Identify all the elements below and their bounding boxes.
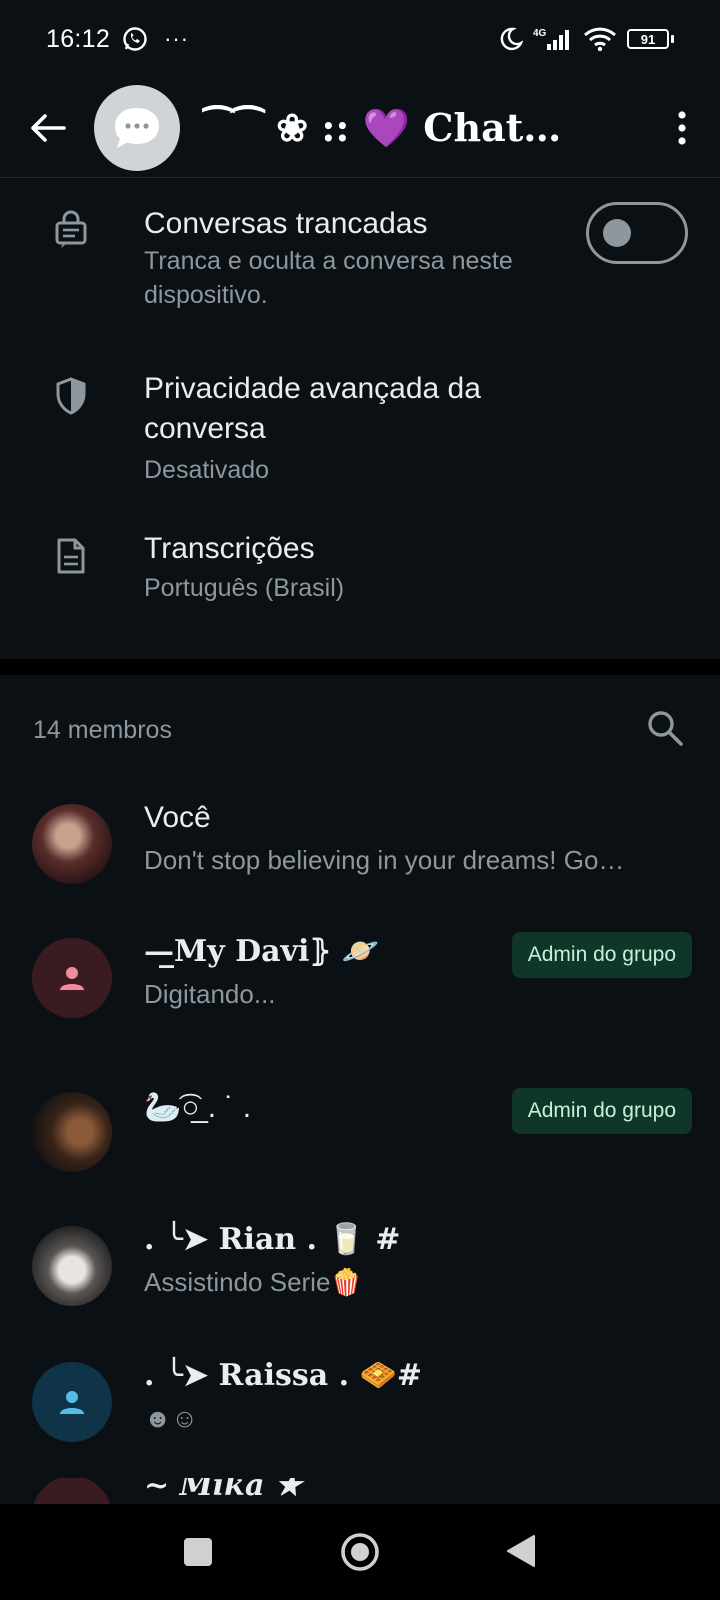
more-notifications-icon: ··· [164, 26, 190, 51]
member-avatar-photo[interactable] [32, 804, 112, 884]
member-name: ~ Mika ★ [144, 1478, 302, 1503]
member-avatar-photo[interactable] [32, 1092, 112, 1172]
member-avatar-placeholder[interactable] [32, 938, 112, 1018]
admin-badge: Admin do grupo [511, 932, 692, 978]
member-status: Don't stop believing in your dreams! Go… [144, 845, 625, 875]
whatsapp-notification-icon [122, 26, 148, 52]
overflow-menu-button[interactable] [664, 98, 700, 158]
status-bar: 16:12 ··· 4G 91 [0, 0, 720, 78]
transcriptions-title: Transcrições [144, 532, 315, 565]
advanced-privacy-subtitle: Desativado [144, 456, 270, 484]
chat-settings-list: Conversas trancadas Tranca e oculta a co… [0, 178, 720, 659]
back-nav-button[interactable] [506, 1534, 536, 1568]
member-row-raissa[interactable]: . ╰➤ Raissa . 🧇# ☻☺ [0, 1344, 720, 1480]
signal-4g-icon: 4G [533, 26, 573, 52]
person-icon [60, 1391, 84, 1414]
member-status: Digitando... [144, 979, 276, 1009]
group-avatar[interactable] [94, 84, 180, 171]
member-status: Assistindo Serie🍿 [144, 1267, 363, 1297]
search-icon [648, 710, 683, 746]
advanced-privacy-title: Privacidade avançada da conversa [144, 372, 481, 445]
members-header: 14 membros [0, 700, 720, 760]
battery-level: 91 [627, 29, 669, 49]
person-icon [60, 967, 84, 990]
member-avatar-placeholder[interactable] [32, 1478, 112, 1504]
triangle-back-icon [507, 1535, 535, 1567]
locked-chats-title: Conversas trancadas [144, 207, 428, 240]
member-name: . ╰➤ Raissa . 🧇# [144, 1358, 423, 1393]
shield-icon [50, 375, 92, 417]
more-vertical-icon [678, 110, 686, 145]
member-row-you[interactable]: Você Don't stop believing in your dreams… [0, 786, 720, 922]
search-members-button[interactable] [646, 709, 684, 752]
member-name: Você [144, 801, 211, 834]
member-row-rian[interactable]: . ╰➤ Rian . 🥛 # Assistindo Serie🍿 [0, 1208, 720, 1344]
system-navigation-bar [0, 1504, 720, 1600]
section-divider [0, 659, 720, 675]
member-row-swan[interactable]: 🦢͡○̲ . ˙ . Admin do grupo [0, 1074, 720, 1210]
document-icon [50, 535, 92, 577]
transcriptions-row[interactable]: Transcrições Português (Brasil) [0, 523, 720, 659]
member-name: 🦢͡○̲ . ˙ . [144, 1091, 252, 1124]
recents-button[interactable] [184, 1538, 212, 1566]
back-button[interactable] [24, 104, 72, 152]
member-name: . ╰➤ Rian . 🥛 # [144, 1222, 401, 1257]
circle-home-icon [341, 1533, 379, 1571]
members-count: 14 membros [33, 715, 172, 744]
home-button[interactable] [340, 1532, 380, 1572]
advanced-privacy-row[interactable]: Privacidade avançada da conversa Desativ… [0, 353, 720, 523]
battery-icon: 91 [627, 29, 674, 49]
chat-lock-icon [50, 208, 92, 250]
group-title[interactable]: ⁀⁀ ❀ :: 💜 Chat… [202, 105, 634, 151]
member-row-mika[interactable]: ~ Mika ★ [0, 1478, 720, 1504]
square-icon [184, 1538, 212, 1566]
member-avatar-photo[interactable] [32, 1226, 112, 1306]
wifi-icon [583, 26, 617, 52]
locked-chats-subtitle: Tranca e oculta a conversa neste disposi… [144, 247, 513, 309]
locked-chats-toggle[interactable] [586, 202, 688, 264]
member-status: ☻☺ [144, 1403, 198, 1433]
network-label: 4G [533, 28, 547, 39]
chat-info-header: ⁀⁀ ❀ :: 💜 Chat… [0, 78, 720, 178]
chat-bubble-icon [115, 107, 159, 148]
do-not-disturb-icon [497, 26, 523, 52]
member-name: —̲My Davi⦄ 🪐 [144, 934, 380, 969]
status-time: 16:12 [46, 24, 111, 53]
member-avatar-placeholder[interactable] [32, 1362, 112, 1442]
admin-badge: Admin do grupo [511, 1088, 692, 1134]
arrow-left-icon [31, 113, 66, 142]
transcriptions-subtitle: Português (Brasil) [144, 574, 345, 602]
toggle-knob [603, 219, 631, 247]
locked-chats-row[interactable]: Conversas trancadas Tranca e oculta a co… [0, 178, 720, 353]
member-row-davi[interactable]: —̲My Davi⦄ 🪐 Digitando... Admin do grupo [0, 920, 720, 1056]
